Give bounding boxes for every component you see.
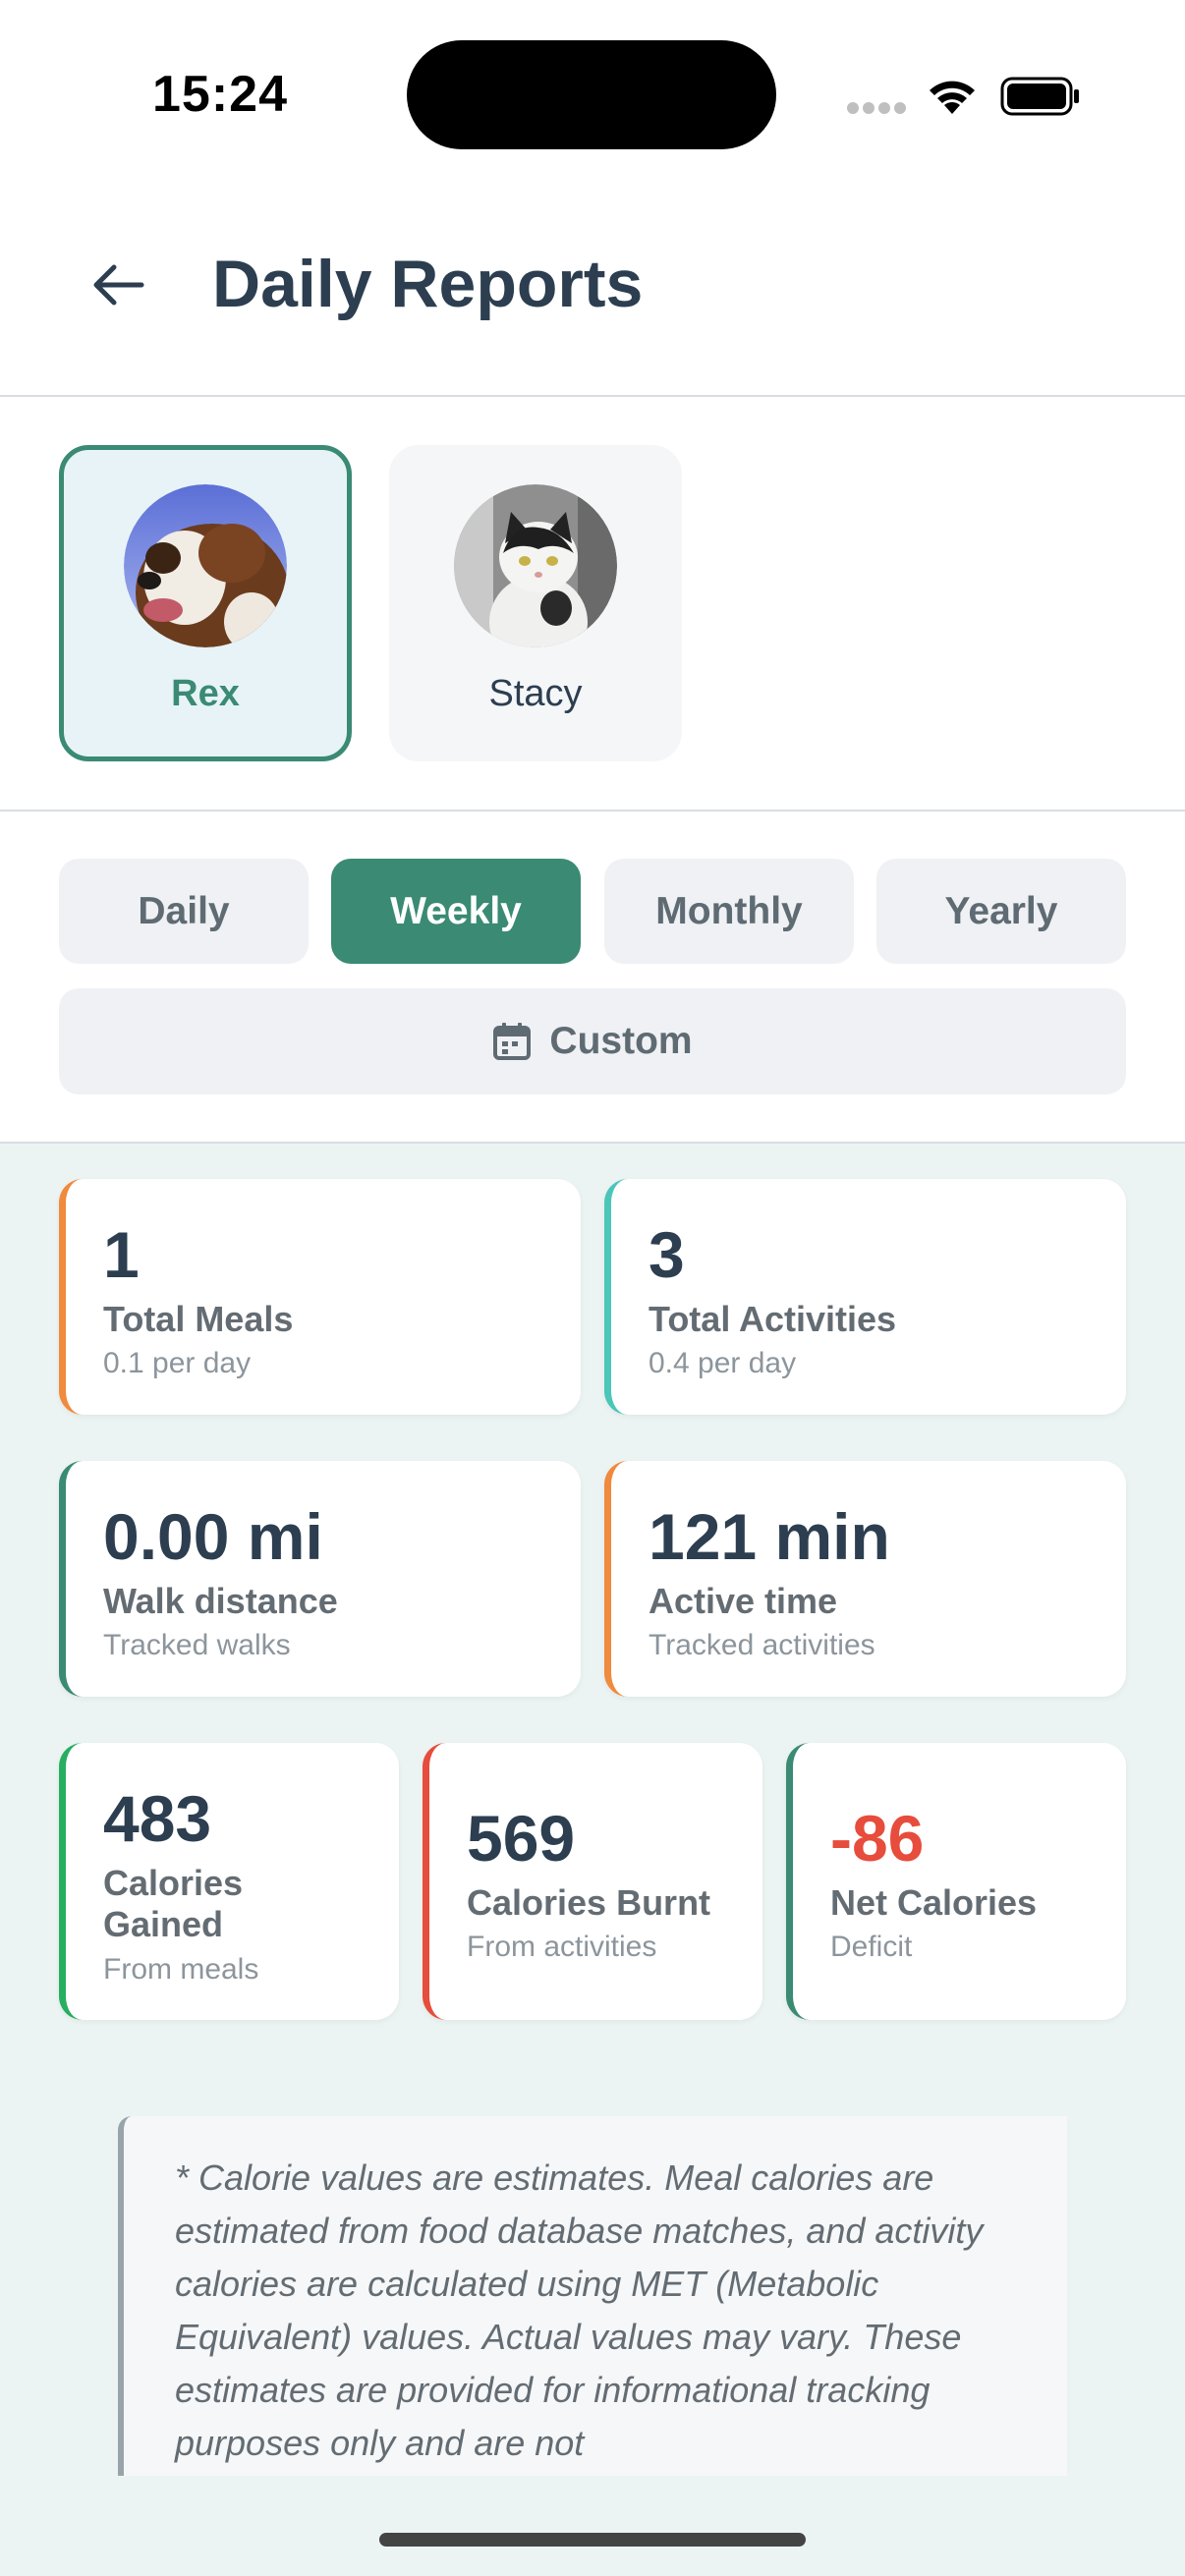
stat-sub: 0.1 per day	[103, 1347, 252, 1380]
calendar-icon	[493, 1023, 532, 1060]
pet-name: Rex	[171, 673, 240, 714]
back-arrow-icon[interactable]	[83, 250, 153, 320]
stats-section: 1 Total Meals 0.1 per day 3 Total Activi…	[0, 1144, 1185, 2576]
stat-value: 1	[103, 1218, 140, 1291]
range-monthly-button[interactable]: Monthly	[604, 859, 854, 964]
status-bar: 15:24	[0, 0, 1185, 187]
stat-value: -86	[830, 1802, 925, 1875]
dynamic-island	[407, 40, 776, 149]
home-indicator[interactable]	[379, 2533, 806, 2547]
range-weekly-button[interactable]: Weekly	[331, 859, 581, 964]
status-time: 15:24	[152, 66, 288, 123]
stat-card-total-meals: 1 Total Meals 0.1 per day	[59, 1179, 581, 1415]
calorie-disclaimer: * Calorie values are estimates. Meal cal…	[118, 2116, 1067, 2476]
wifi-icon	[930, 81, 975, 114]
daily-reports-screen: 15:24 Daily Reports Rex Stacy Daily Week…	[0, 0, 1185, 2576]
app-header: Daily Reports	[0, 187, 1185, 397]
stat-label: Total Activities	[649, 1299, 897, 1339]
stat-label: Calories Gained	[103, 1863, 244, 1945]
stat-sub: Tracked walks	[103, 1629, 291, 1662]
pet-card-rex[interactable]: Rex	[59, 445, 352, 761]
stat-card-calories-gained: 483 Calories Gained From meals	[59, 1743, 399, 2020]
stat-card-total-activities: 3 Total Activities 0.4 per day	[604, 1179, 1126, 1415]
stat-value: 0.00 mi	[103, 1500, 323, 1573]
stat-value: 483	[103, 1782, 212, 1855]
stat-value: 121 min	[649, 1500, 890, 1573]
stat-label: Total Meals	[103, 1299, 294, 1339]
stat-sub: Deficit	[830, 1931, 913, 1964]
avatar	[124, 484, 287, 647]
stat-value: 569	[467, 1802, 576, 1875]
disclaimer-text: * Calorie values are estimates. Meal cal…	[175, 2157, 984, 2463]
stat-card-calories-burnt: 569 Calories Burnt From activities	[423, 1743, 762, 2020]
stat-card-walk-distance: 0.00 mi Walk distance Tracked walks	[59, 1461, 581, 1697]
stat-sub: 0.4 per day	[649, 1347, 797, 1380]
stat-label: Calories Burnt	[467, 1882, 711, 1923]
page-title: Daily Reports	[212, 247, 644, 321]
range-yearly-button[interactable]: Yearly	[876, 859, 1126, 964]
stat-label: Walk distance	[103, 1581, 338, 1621]
custom-range-button[interactable]: Custom	[59, 988, 1126, 1094]
stat-sub: From meals	[103, 1952, 259, 1986]
pet-selector: Rex Stacy	[0, 397, 1185, 812]
pet-card-stacy[interactable]: Stacy	[389, 445, 682, 761]
stat-value: 3	[649, 1218, 685, 1291]
stat-label: Net Calories	[830, 1882, 1038, 1923]
stat-card-net-calories: -86 Net Calories Deficit	[786, 1743, 1126, 2020]
cellular-signal-icon	[847, 102, 908, 116]
stat-label: Active time	[649, 1581, 838, 1621]
avatar	[454, 484, 617, 647]
stat-card-active-time: 121 min Active time Tracked activities	[604, 1461, 1126, 1697]
range-daily-button[interactable]: Daily	[59, 859, 309, 964]
date-range-filters: Daily Weekly Monthly Yearly Custom	[0, 812, 1185, 1144]
custom-range-label: Custom	[549, 1020, 693, 1062]
battery-icon	[1000, 77, 1079, 116]
stat-sub: Tracked activities	[649, 1629, 875, 1662]
stat-sub: From activities	[467, 1931, 657, 1964]
pet-name: Stacy	[488, 673, 583, 714]
